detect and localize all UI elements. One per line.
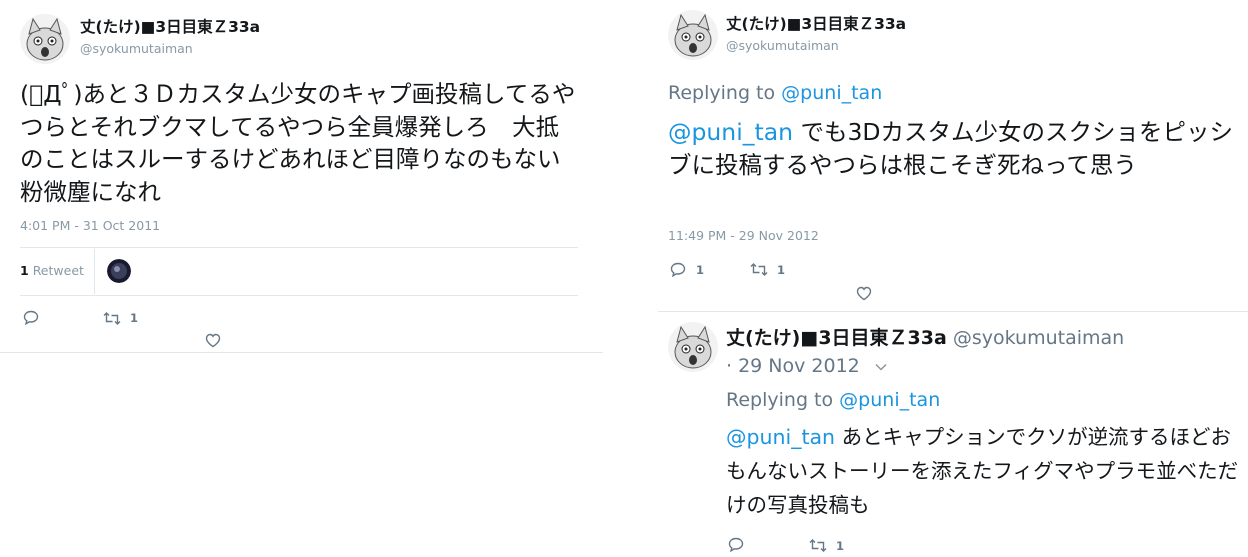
right-thread-panel: 丈(たけ)■3日目東Ｚ33a @syokumutaiman Replying t… [628,0,1248,557]
cat-avatar[interactable] [668,10,718,60]
tweet-text: @puni_tan でも3Dカスタム少女のスクショをピッシブに投稿するやつらは根… [668,116,1240,181]
left-tweet-panel: 丈(たけ)■3日目東Ｚ33a @syokumutaiman (ﾟДﾟ)あと３Ｄカ… [0,0,603,353]
retweet-count: 1 [130,311,139,325]
cat-avatar[interactable] [20,14,70,64]
tweet-date[interactable]: · 29 Nov 2012 [726,355,860,377]
divider [94,249,95,294]
replying-to: Replying to @puni_tan [668,82,882,104]
chevron-down-icon[interactable] [875,363,887,371]
retweet-stat[interactable]: 1 Retweet [20,263,84,278]
divider [20,247,578,248]
reply-icon[interactable] [670,262,686,277]
replying-to-label: Replying to [726,389,834,411]
retweet-icon[interactable] [750,263,768,276]
retweet-stat-label: Retweet [32,263,84,278]
divider [20,295,578,296]
tweet-timestamp[interactable]: 4:01 PM - 31 Oct 2011 [20,218,160,233]
retweeter-avatar[interactable] [107,259,131,283]
user-handle[interactable]: @syokumutaiman [953,327,1124,349]
replying-to-link[interactable]: @puni_tan [839,389,940,411]
display-name[interactable]: 丈(たけ)■3日目東Ｚ33a [726,12,906,34]
display-name[interactable]: 丈(たけ)■3日目東Ｚ33a [726,327,947,349]
reply-icon[interactable] [23,310,39,325]
heart-icon[interactable] [856,286,872,301]
gap [603,0,628,557]
divider [658,311,1248,312]
retweet-icon[interactable] [103,312,121,325]
retweet-icon[interactable] [809,539,827,552]
replying-to-link[interactable]: @puni_tan [781,82,882,104]
user-handle[interactable]: @syokumutaiman [726,38,839,53]
retweet-stat-count: 1 [20,263,29,278]
tweet-timestamp[interactable]: 11:49 PM - 29 Nov 2012 [668,228,819,243]
replying-to: Replying to @puni_tan [726,389,940,411]
mention-link[interactable]: @puni_tan [668,118,793,146]
display-name[interactable]: 丈(たけ)■3日目東Ｚ33a [80,15,260,37]
tweet-text: (ﾟДﾟ)あと３Ｄカスタム少女のキャプ画投稿してるやつらとそれブクマしてるやつら… [20,80,584,206]
replying-to-label: Replying to [668,82,776,104]
cat-avatar[interactable] [668,322,718,372]
user-handle[interactable]: @syokumutaiman [80,41,193,56]
reply-count: 1 [696,263,705,277]
reply-icon[interactable] [728,537,744,552]
retweet-count: 1 [777,263,786,277]
retweet-count: 1 [836,539,845,553]
tweet-text: @puni_tan あとキャプションでクソが逆流するほどおもんないストーリーを添… [726,420,1241,522]
mention-link[interactable]: @puni_tan [726,425,835,449]
heart-icon[interactable] [205,333,221,348]
tweet-header: 丈(たけ)■3日目東Ｚ33a @syokumutaiman [726,323,1124,350]
